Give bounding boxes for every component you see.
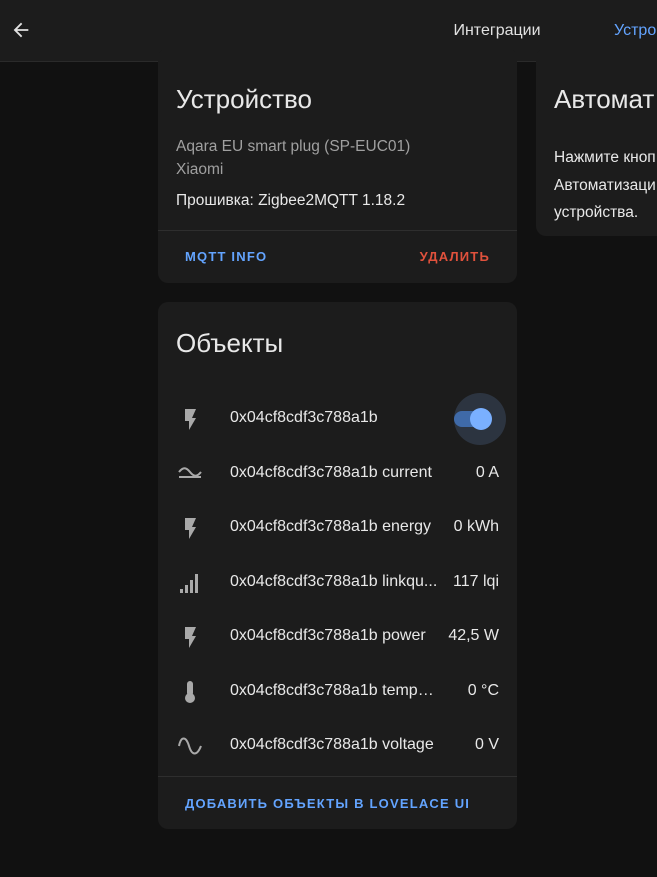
entity-value: 0 °C xyxy=(467,682,499,699)
entity-name: 0x04cf8cdf3c788a1b linkqu... xyxy=(230,573,438,590)
entity-name: 0x04cf8cdf3c788a1b energy xyxy=(230,518,432,535)
switch-toggle-knob[interactable] xyxy=(470,408,492,430)
automation-text-line: устройства. xyxy=(554,204,639,221)
entity-row-temperature[interactable]: 0x04cf8cdf3c788a1b temperat... 0 °C xyxy=(158,665,517,719)
device-manufacturer: Xiaomi xyxy=(176,161,224,178)
entity-row-voltage[interactable]: 0x04cf8cdf3c788a1b voltage 0 V xyxy=(158,719,517,773)
entity-value: 0 A xyxy=(475,464,499,481)
flash-icon xyxy=(176,514,204,542)
entity-name: 0x04cf8cdf3c788a1b current xyxy=(230,464,432,481)
thermometer-icon xyxy=(176,678,204,706)
entity-name: 0x04cf8cdf3c788a1b power xyxy=(230,627,426,644)
entity-row-energy[interactable]: 0x04cf8cdf3c788a1b energy 0 kWh xyxy=(158,501,517,555)
flash-icon xyxy=(176,623,204,651)
entity-value: 42,5 W xyxy=(448,627,499,644)
entity-name: 0x04cf8cdf3c788a1b temperat... xyxy=(230,682,442,699)
automation-text-line: Автоматизаци xyxy=(554,177,656,194)
automation-text-line: Нажмите кноп xyxy=(554,149,656,166)
automation-card-title: Автомат xyxy=(554,84,655,114)
sine-wave-icon xyxy=(176,732,204,760)
card-divider xyxy=(158,776,517,777)
entities-card-title: Объекты xyxy=(176,328,284,358)
back-button[interactable] xyxy=(6,15,36,45)
entity-value: 117 lqi xyxy=(453,573,499,590)
entity-value: 0 V xyxy=(474,736,499,753)
device-firmware: Прошивка: Zigbee2MQTT 1.18.2 xyxy=(176,192,406,209)
device-model: Aqara EU smart plug (SP-EUC01) xyxy=(176,138,411,155)
arrow-left-icon xyxy=(13,22,29,38)
current-ac-icon xyxy=(176,460,204,488)
add-to-lovelace-button[interactable]: ДОБАВИТЬ ОБЪЕКТЫ В LOVELACE UI xyxy=(185,796,470,811)
entity-value: 0 kWh xyxy=(453,518,499,535)
entity-name: 0x04cf8cdf3c788a1b xyxy=(230,409,378,426)
delete-device-button[interactable]: УДАЛИТЬ xyxy=(420,249,490,264)
signal-bars-icon xyxy=(176,569,204,597)
flash-icon xyxy=(176,405,204,433)
entity-name: 0x04cf8cdf3c788a1b voltage xyxy=(230,736,434,753)
automation-card: Автомат Нажмите кноп Автоматизаци устрой… xyxy=(536,48,657,236)
entity-row-current[interactable]: 0x04cf8cdf3c788a1b current 0 A xyxy=(158,447,517,501)
mqtt-info-button[interactable]: MQTT INFO xyxy=(185,249,267,264)
entity-row-linkquality[interactable]: 0x04cf8cdf3c788a1b linkqu... 117 lqi xyxy=(158,556,517,610)
card-divider xyxy=(158,230,517,231)
entities-card: Объекты 0x04cf8cdf3c788a1b 0x04cf8cdf3c7… xyxy=(158,302,517,829)
entity-row-power[interactable]: 0x04cf8cdf3c788a1b power 42,5 W xyxy=(158,610,517,664)
device-info-card: Устройство Aqara EU smart plug (SP-EUC01… xyxy=(158,48,517,283)
device-card-title: Устройство xyxy=(176,84,313,114)
